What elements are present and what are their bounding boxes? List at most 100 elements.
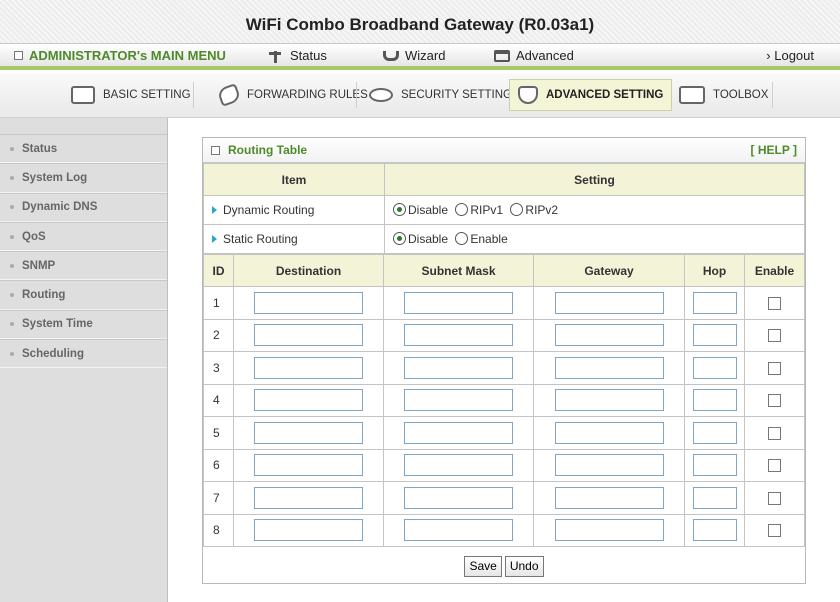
advanced-menu-button[interactable]: Advanced	[494, 48, 574, 63]
enable-checkbox[interactable]	[768, 394, 781, 408]
static-enable-radio[interactable]	[455, 232, 469, 245]
sidebar-item-system-log[interactable]: System Log	[0, 163, 167, 193]
destination-cell	[233, 513, 384, 547]
static-disable-radio[interactable]	[393, 232, 406, 245]
sidebar-item-label: Routing	[22, 289, 66, 302]
forwarding-rules-icon	[216, 83, 242, 107]
hop-input[interactable]	[692, 454, 737, 477]
undo-button[interactable]: Undo	[504, 555, 544, 577]
logout-link[interactable]: › Logout	[766, 48, 814, 63]
toolbox-icon	[679, 86, 705, 104]
subnet-mask-input[interactable]	[404, 519, 513, 542]
hop-column-header: Hop	[684, 254, 745, 287]
enable-checkbox[interactable]	[768, 491, 781, 505]
route-row: 8	[203, 513, 805, 547]
subnet-mask-input[interactable]	[404, 421, 513, 444]
dynamic-routing-row: Dynamic Routing Disable RIPv1 RIPv2	[203, 195, 805, 225]
enable-checkbox[interactable]	[768, 296, 781, 310]
dynamic-ripv2-radio[interactable]	[510, 203, 524, 216]
tab-label: FORWARDING RULES	[247, 89, 368, 101]
status-icon	[268, 49, 284, 63]
enable-cell	[744, 318, 805, 352]
enable-checkbox[interactable]	[768, 524, 781, 538]
tab-label: BASIC SETTING	[103, 89, 191, 101]
tab-toolbox[interactable]: TOOLBOX	[670, 79, 777, 111]
basic-setting-icon	[71, 86, 95, 104]
destination-input[interactable]	[254, 519, 363, 542]
bullet-icon	[10, 322, 14, 327]
hop-input[interactable]	[692, 519, 737, 542]
subnet-mask-input[interactable]	[404, 356, 513, 379]
hop-input[interactable]	[692, 291, 737, 314]
hop-input[interactable]	[692, 389, 737, 412]
bullet-icon	[10, 146, 14, 151]
hop-input[interactable]	[692, 324, 737, 347]
tab-advanced-setting[interactable]: ADVANCED SETTING	[509, 79, 673, 111]
destination-input[interactable]	[254, 486, 363, 509]
destination-input[interactable]	[254, 454, 363, 477]
subnet-mask-input[interactable]	[404, 291, 513, 314]
admin-menu-label: ADMINISTRATOR's MAIN MENU	[29, 48, 226, 63]
sidebar-item-label: SNMP	[22, 259, 56, 272]
destination-input[interactable]	[254, 389, 363, 412]
destination-cell	[233, 481, 384, 515]
gateway-input[interactable]	[554, 356, 664, 379]
gateway-input[interactable]	[554, 291, 664, 314]
gateway-input[interactable]	[554, 519, 664, 542]
gateway-cell	[533, 416, 685, 450]
static-routing-label: Static Routing	[223, 232, 298, 246]
subnet-mask-input[interactable]	[404, 324, 513, 347]
hop-input[interactable]	[692, 486, 737, 509]
sidebar-item-status[interactable]: Status	[0, 134, 167, 164]
enable-checkbox[interactable]	[768, 459, 781, 473]
save-button[interactable]: Save	[464, 555, 502, 577]
subnet-mask-cell	[383, 481, 534, 515]
status-menu-button[interactable]: Status	[268, 48, 327, 63]
tab-basic-setting[interactable]: BASIC SETTING	[62, 79, 200, 111]
destination-cell	[233, 383, 384, 417]
gateway-input[interactable]	[554, 454, 664, 477]
subnet-mask-input[interactable]	[404, 454, 513, 477]
enable-checkbox[interactable]	[768, 329, 781, 343]
help-link[interactable]: [ HELP ]	[751, 143, 797, 157]
gateway-input[interactable]	[554, 421, 664, 444]
gateway-input[interactable]	[554, 389, 664, 412]
gateway-input[interactable]	[554, 324, 664, 347]
subnet-mask-input[interactable]	[404, 389, 513, 412]
radio-label: RIPv2	[525, 203, 559, 217]
admin-main-menu[interactable]: ADMINISTRATOR's MAIN MENU	[14, 48, 226, 63]
gateway-cell	[533, 318, 685, 352]
sidebar-item-scheduling[interactable]: Scheduling	[0, 339, 167, 369]
hop-input[interactable]	[692, 421, 737, 444]
id-column-header: ID	[203, 254, 234, 287]
hop-cell	[684, 351, 745, 385]
tab-forwarding-rules[interactable]: FORWARDING RULES	[210, 79, 377, 111]
sidebar-item-system-time[interactable]: System Time	[0, 309, 167, 340]
tab-label: ADVANCED SETTING	[546, 89, 664, 101]
destination-input[interactable]	[254, 324, 363, 347]
app-header: WiFi Combo Broadband Gateway (R0.03a1)	[0, 0, 840, 44]
gateway-input[interactable]	[554, 486, 664, 509]
destination-input[interactable]	[254, 291, 363, 314]
wizard-menu-button[interactable]: Wizard	[383, 48, 445, 63]
sidebar-item-label: Status	[22, 142, 58, 155]
tab-divider	[356, 82, 357, 108]
dynamic-disable-radio[interactable]	[393, 203, 406, 216]
enable-cell	[744, 448, 805, 482]
destination-input[interactable]	[254, 421, 363, 444]
advanced-icon	[494, 49, 510, 62]
hop-cell	[684, 318, 745, 352]
enable-checkbox[interactable]	[768, 426, 781, 440]
destination-input[interactable]	[254, 356, 363, 379]
hop-input[interactable]	[692, 356, 737, 379]
dynamic-ripv1-radio[interactable]	[455, 203, 469, 216]
subnet-mask-input[interactable]	[404, 486, 513, 509]
panel-title: Routing Table	[228, 143, 308, 157]
sidebar-item-dynamic-dns[interactable]: Dynamic DNS	[0, 192, 167, 222]
sidebar-item-qos[interactable]: QoS	[0, 221, 167, 252]
sidebar-item-routing[interactable]: Routing	[0, 280, 167, 310]
tab-security-setting[interactable]: SECURITY SETTING	[360, 79, 521, 111]
enable-checkbox[interactable]	[768, 361, 781, 375]
enable-cell	[744, 351, 805, 385]
sidebar-item-snmp[interactable]: SNMP	[0, 251, 167, 281]
